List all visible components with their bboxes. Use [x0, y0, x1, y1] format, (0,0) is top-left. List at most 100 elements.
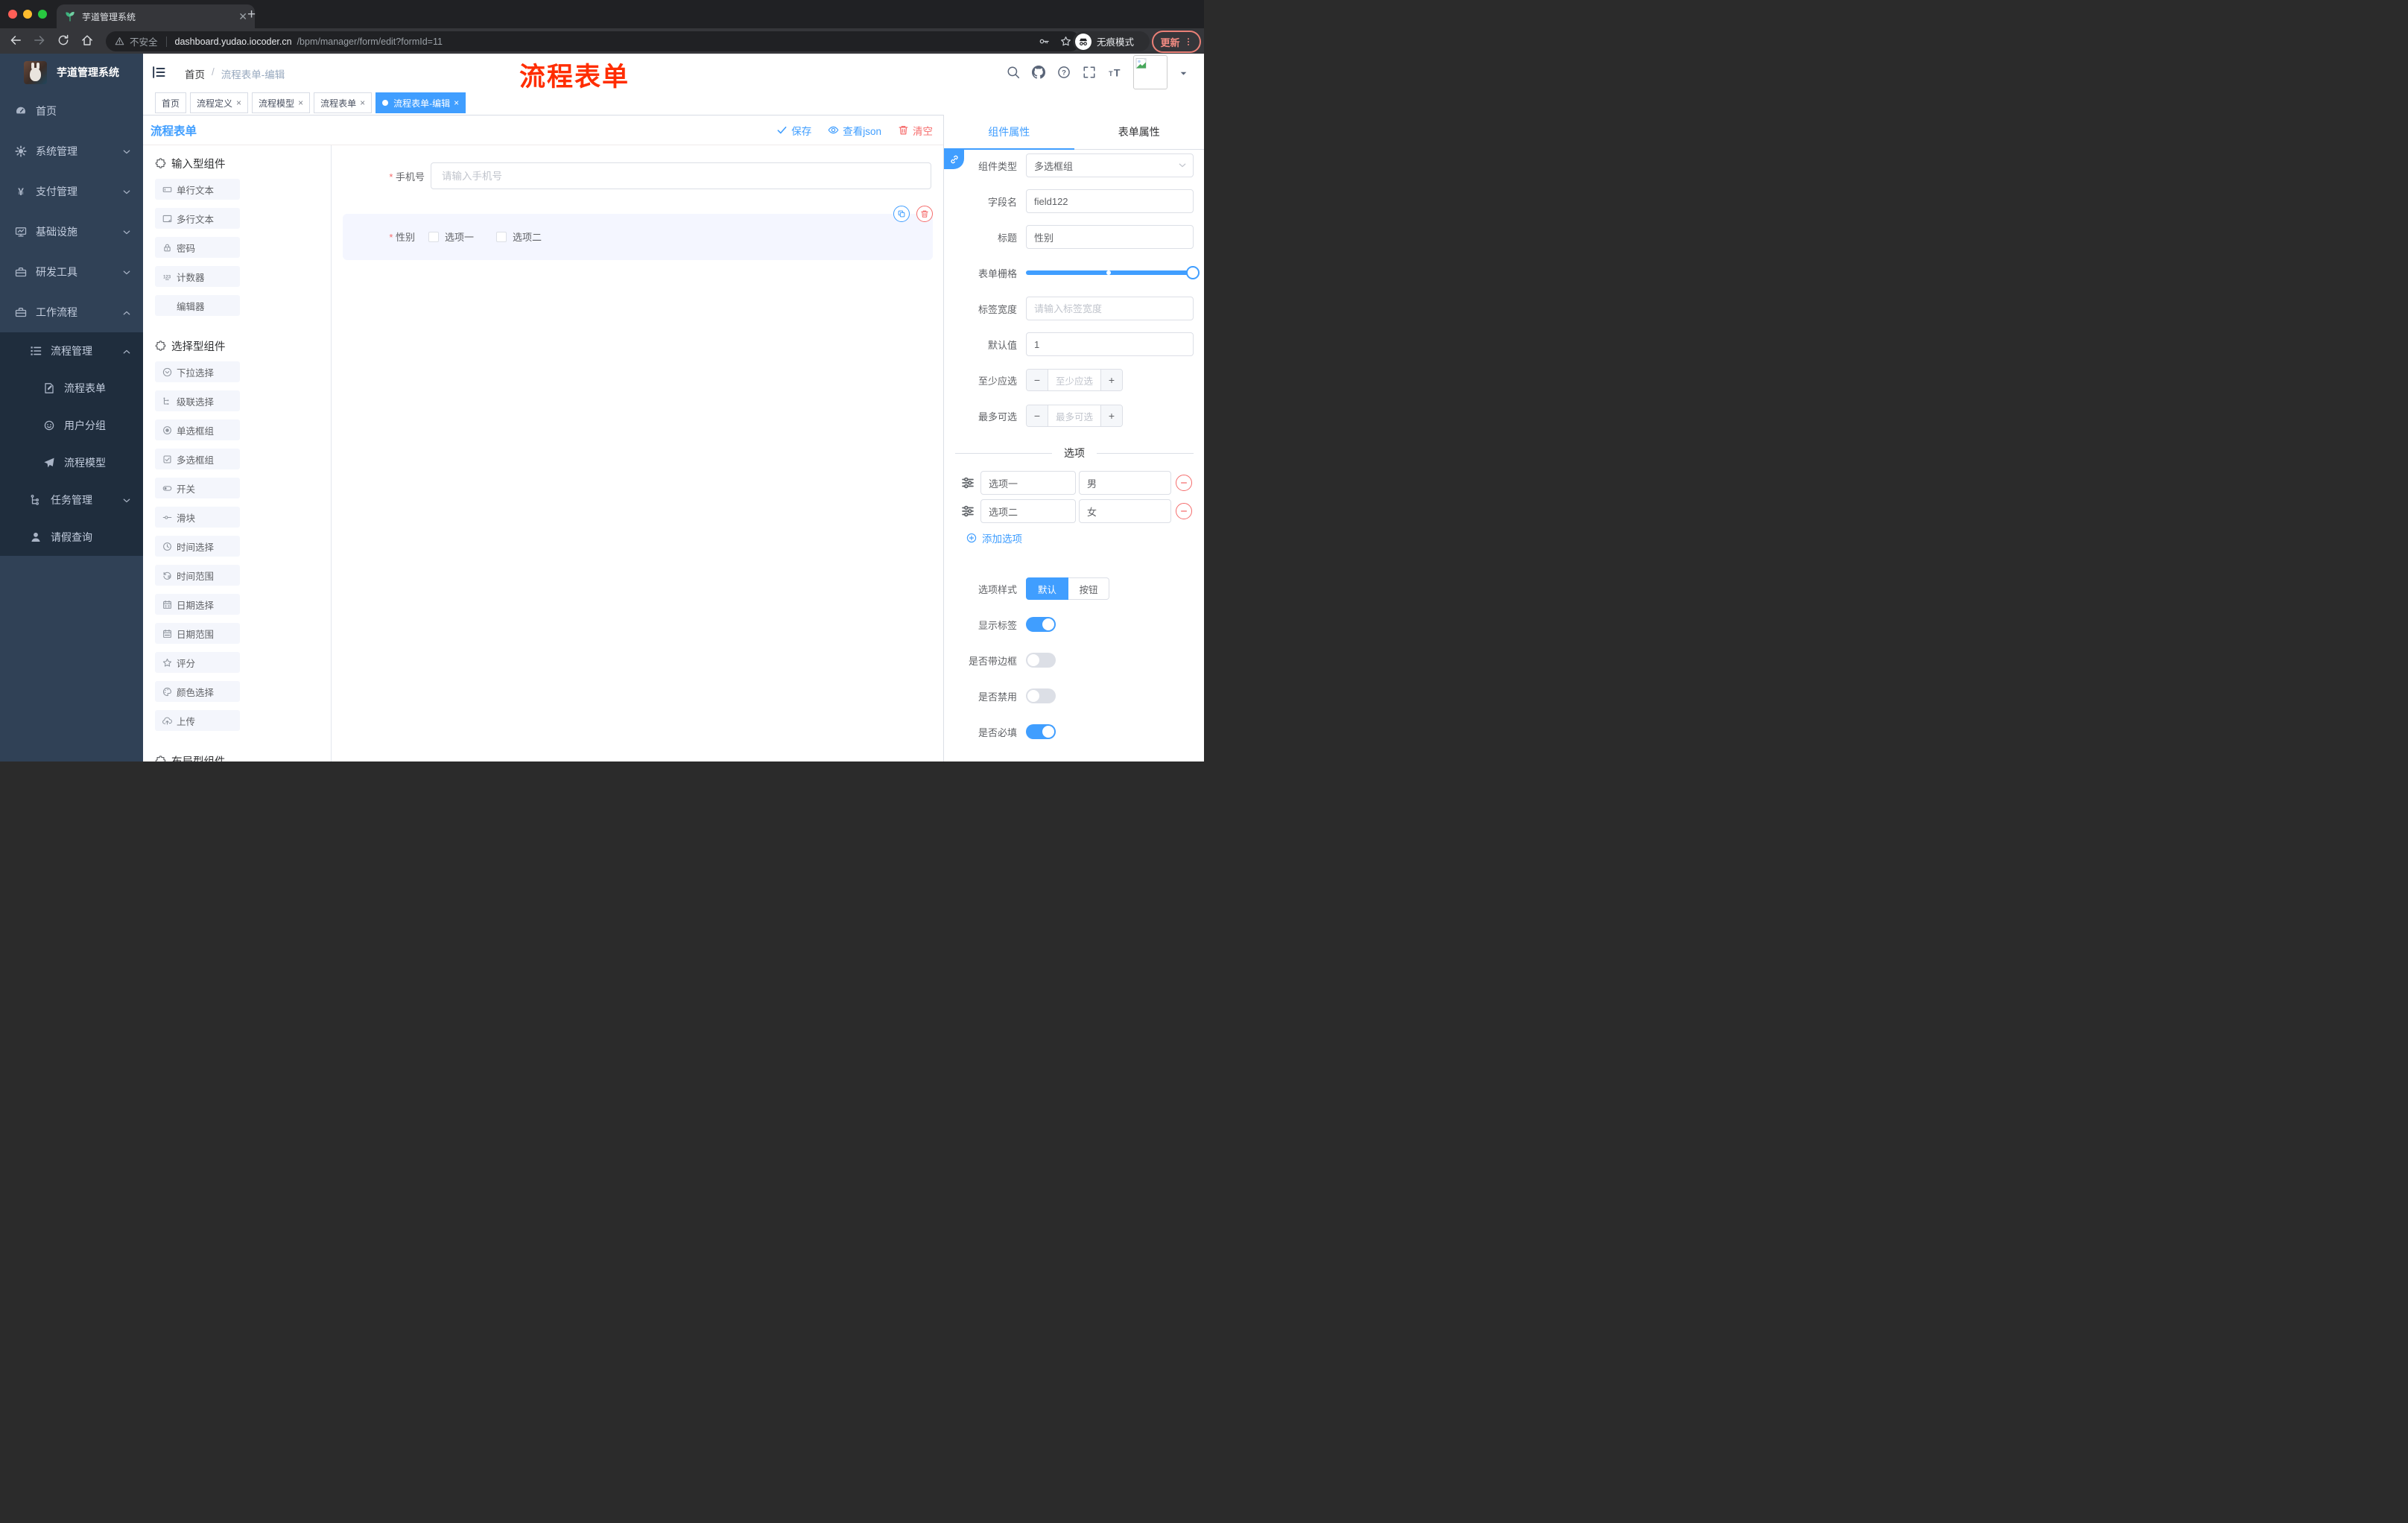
- back-icon[interactable]: [9, 34, 22, 47]
- palette-item-radio-group[interactable]: 单选框组: [155, 419, 240, 440]
- delete-component-button[interactable]: [916, 206, 933, 222]
- drag-handle-icon[interactable]: [961, 504, 975, 518]
- remove-option-button[interactable]: [1176, 503, 1192, 519]
- title-input[interactable]: [1026, 225, 1194, 249]
- tag-process-form[interactable]: 流程表单 ×: [314, 92, 373, 113]
- label-width-input[interactable]: [1026, 297, 1194, 320]
- zoom-window-button[interactable]: [38, 10, 47, 19]
- sidebar-item-user-group[interactable]: 用户分组: [0, 407, 143, 444]
- stepper-minus-icon[interactable]: −: [1027, 405, 1048, 426]
- selected-component-block[interactable]: 性别 选项一 选项二: [343, 206, 933, 260]
- phone-field-input[interactable]: [431, 162, 931, 189]
- tag-process-form-edit[interactable]: 流程表单-编辑 ×: [376, 92, 466, 113]
- palette-item-date[interactable]: 日期选择: [155, 594, 240, 615]
- tag-close-icon[interactable]: ×: [360, 98, 365, 108]
- option1-value-input[interactable]: [1079, 471, 1171, 495]
- gender-checkbox-option2[interactable]: 选项二: [496, 229, 542, 244]
- bookmark-star-icon[interactable]: [1060, 36, 1071, 47]
- fullscreen-icon[interactable]: [1083, 66, 1096, 79]
- tag-home[interactable]: 首页: [155, 92, 187, 113]
- slider-handle[interactable]: [1186, 266, 1200, 279]
- tab-form-props[interactable]: 表单属性: [1074, 115, 1205, 149]
- palette-item-slider[interactable]: 滑块: [155, 507, 240, 528]
- app-logo[interactable]: 芋道管理系统: [0, 54, 143, 91]
- copy-component-button[interactable]: [893, 206, 910, 222]
- close-window-button[interactable]: [8, 10, 17, 19]
- palette-item-date-range[interactable]: 日期范围: [155, 623, 240, 644]
- sidebar-item-task-mgmt[interactable]: 任务管理: [0, 481, 143, 519]
- sidebar-item-process-mgmt[interactable]: 流程管理: [0, 332, 143, 370]
- new-tab-button[interactable]: +: [247, 7, 256, 23]
- disabled-toggle[interactable]: [1026, 688, 1056, 703]
- sidebar-item-leave-query[interactable]: 请假查询: [0, 519, 143, 556]
- chrome-update-button[interactable]: 更新: [1152, 31, 1201, 53]
- palette-item-switch[interactable]: 开关: [155, 478, 240, 498]
- default-value-input[interactable]: [1026, 332, 1194, 356]
- field-name-input[interactable]: [1026, 189, 1194, 213]
- help-icon[interactable]: ?: [1057, 66, 1071, 79]
- border-toggle[interactable]: [1026, 653, 1056, 668]
- palette-item-upload[interactable]: 上传: [155, 710, 240, 731]
- stepper-plus-icon[interactable]: +: [1100, 370, 1122, 390]
- view-json-button[interactable]: 查看json: [828, 123, 881, 138]
- sidebar-item-process-model[interactable]: 流程模型: [0, 444, 143, 481]
- palette-item-multi-text[interactable]: 多行文本: [155, 208, 240, 229]
- tag-process-definition[interactable]: 流程定义 ×: [190, 92, 249, 113]
- tag-close-icon[interactable]: ×: [454, 98, 459, 108]
- palette-item-editor[interactable]: 编辑器: [155, 295, 240, 316]
- github-icon[interactable]: [1032, 66, 1045, 79]
- palette-item-checkbox-group[interactable]: 多选框组: [155, 449, 240, 469]
- option1-label-input[interactable]: [980, 471, 1076, 495]
- sidebar-item-home[interactable]: 首页: [0, 91, 143, 131]
- search-icon[interactable]: [1007, 66, 1020, 79]
- checkbox-box[interactable]: [428, 231, 439, 242]
- avatar[interactable]: [1133, 55, 1167, 89]
- grid-slider[interactable]: [1026, 266, 1200, 279]
- style-default-button[interactable]: 默认: [1026, 577, 1068, 600]
- palette-item-time-range[interactable]: 时间范围: [155, 565, 240, 586]
- checkbox-box[interactable]: [496, 231, 507, 242]
- sidebar-item-devtools[interactable]: 研发工具: [0, 252, 143, 292]
- palette-item-rate[interactable]: 评分: [155, 652, 240, 673]
- palette-item-counter[interactable]: 123 计数器: [155, 266, 240, 287]
- avatar-caret-icon[interactable]: [1179, 69, 1188, 77]
- reload-icon[interactable]: [57, 34, 70, 47]
- minimize-window-button[interactable]: [23, 10, 32, 19]
- home-icon[interactable]: [80, 34, 94, 47]
- palette-item-select[interactable]: 下拉选择: [155, 361, 240, 382]
- drag-handle-icon[interactable]: [961, 476, 975, 490]
- palette-item-cascader[interactable]: 级联选择: [155, 390, 240, 411]
- chrome-menu-dots-icon[interactable]: [1184, 37, 1193, 46]
- sidebar-item-payment[interactable]: ¥ 支付管理: [0, 171, 143, 212]
- show-label-toggle[interactable]: [1026, 617, 1056, 632]
- component-type-select[interactable]: [1026, 153, 1194, 177]
- tag-close-icon[interactable]: ×: [298, 98, 303, 108]
- option2-label-input[interactable]: [980, 499, 1076, 523]
- gender-checkbox-option1[interactable]: 选项一: [428, 229, 474, 244]
- browser-tab[interactable]: 芋道管理系统 ✕: [57, 4, 255, 28]
- tab-close-icon[interactable]: ✕: [238, 10, 247, 23]
- component-type-value[interactable]: [1026, 153, 1194, 177]
- tab-component-props[interactable]: 组件属性: [944, 115, 1074, 149]
- palette-item-color[interactable]: 颜色选择: [155, 681, 240, 702]
- clear-button[interactable]: 清空: [898, 123, 933, 138]
- forward-icon[interactable]: [33, 34, 46, 47]
- palette-item-password[interactable]: 密码: [155, 237, 240, 258]
- stepper-minus-icon[interactable]: −: [1027, 370, 1048, 390]
- stepper-placeholder[interactable]: 至少应选: [1048, 370, 1100, 390]
- option2-value-input[interactable]: [1079, 499, 1171, 523]
- min-select-stepper[interactable]: − 至少应选 +: [1026, 369, 1123, 391]
- max-select-stepper[interactable]: − 最多可选 +: [1026, 405, 1123, 427]
- style-button-button[interactable]: 按钮: [1068, 577, 1109, 600]
- stepper-plus-icon[interactable]: +: [1100, 405, 1122, 426]
- palette-item-single-text[interactable]: 单行文本: [155, 179, 240, 200]
- font-size-icon[interactable]: TT: [1108, 66, 1121, 79]
- breadcrumb-home[interactable]: 首页: [185, 66, 205, 81]
- add-option-button[interactable]: 添加选项: [966, 531, 1194, 545]
- sidebar-fold-icon[interactable]: [151, 65, 166, 80]
- palette-item-time[interactable]: 时间选择: [155, 536, 240, 557]
- tag-close-icon[interactable]: ×: [236, 98, 241, 108]
- sidebar-item-workflow[interactable]: 工作流程: [0, 292, 143, 332]
- password-key-icon[interactable]: [1039, 36, 1050, 47]
- remove-option-button[interactable]: [1176, 475, 1192, 491]
